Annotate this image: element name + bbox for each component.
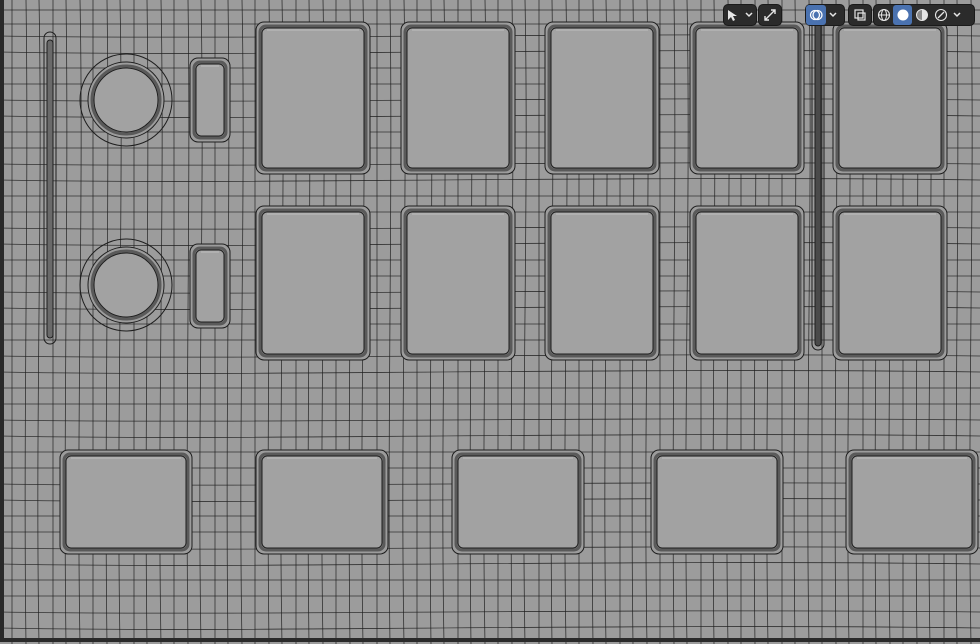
bottom-key bbox=[457, 455, 579, 549]
overlays-group bbox=[806, 5, 844, 25]
shading-material-button[interactable] bbox=[912, 5, 931, 25]
shading-solid-button[interactable] bbox=[893, 5, 912, 25]
transform-gizmo-button[interactable] bbox=[759, 5, 781, 25]
small-button bbox=[195, 249, 225, 323]
chevron-down-icon bbox=[829, 12, 837, 18]
shading-wireframe-button[interactable] bbox=[874, 5, 893, 25]
knob bbox=[93, 252, 159, 318]
xray-group bbox=[849, 5, 871, 25]
material-sphere-icon bbox=[915, 9, 928, 21]
small-button bbox=[195, 63, 225, 137]
pad bbox=[406, 211, 510, 355]
solid-sphere-icon bbox=[897, 9, 908, 21]
left-fader-groove bbox=[46, 39, 54, 339]
chevron-down-icon bbox=[953, 12, 961, 18]
pad bbox=[695, 211, 799, 355]
xray-icon bbox=[854, 9, 866, 21]
pad bbox=[261, 211, 365, 355]
rendered-sphere-icon bbox=[934, 8, 947, 22]
gizmo-group bbox=[759, 5, 781, 25]
pad bbox=[261, 27, 365, 169]
bottom-key bbox=[656, 455, 778, 549]
overlays-dropdown-chevron[interactable] bbox=[826, 5, 840, 25]
pad bbox=[838, 27, 942, 169]
pad bbox=[550, 27, 654, 169]
chevron-down-icon bbox=[745, 12, 753, 18]
xray-toggle[interactable] bbox=[849, 5, 871, 25]
bottom-key bbox=[851, 455, 973, 549]
bottom-key bbox=[65, 455, 187, 549]
select-dropdown-chevron[interactable] bbox=[742, 5, 756, 25]
shading-options-chevron[interactable] bbox=[950, 5, 964, 25]
right-fader-groove bbox=[814, 19, 822, 347]
select-box-button[interactable] bbox=[724, 5, 742, 25]
bottom-key bbox=[261, 455, 383, 549]
overlays-toggle[interactable] bbox=[806, 5, 826, 25]
shading-rendered-button[interactable] bbox=[931, 5, 950, 25]
mesh-wireframe bbox=[0, 0, 980, 644]
pad bbox=[550, 211, 654, 355]
knob bbox=[93, 67, 159, 133]
pad bbox=[695, 27, 799, 169]
overlays-icon bbox=[809, 9, 823, 21]
wireframe-sphere-icon bbox=[877, 8, 890, 22]
pad bbox=[406, 27, 510, 169]
3d-viewport[interactable] bbox=[0, 0, 980, 644]
gizmo-icon bbox=[764, 9, 776, 21]
cursor-select-icon bbox=[728, 10, 737, 21]
shading-group bbox=[874, 5, 974, 25]
select-tool-group bbox=[724, 5, 756, 25]
pad bbox=[838, 211, 942, 355]
